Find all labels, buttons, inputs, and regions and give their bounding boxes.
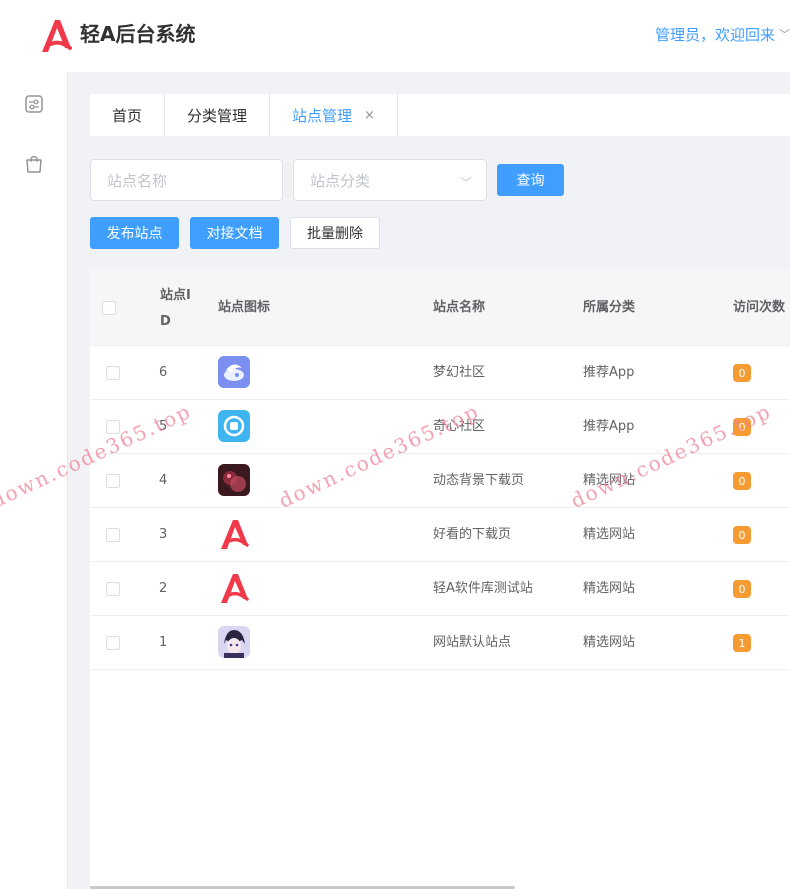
qixin-community-icon <box>218 410 250 442</box>
tab-bar: 首页 分类管理 站点管理 × <box>90 94 790 136</box>
tab-label: 站点管理 <box>292 106 353 125</box>
row-checkbox[interactable] <box>106 582 120 596</box>
batch-delete-button[interactable]: 批量删除 <box>290 217 380 249</box>
user-greeting: 管理员，欢迎回来 <box>654 26 775 44</box>
table-row: 1 网站默认站点 精选网站 1 <box>90 616 790 670</box>
site-id: 1 <box>159 635 168 650</box>
tab-category-management[interactable]: 分类管理 <box>165 94 271 136</box>
site-id: 5 <box>159 419 168 434</box>
batch-delete-label: 批量删除 <box>307 226 363 242</box>
site-id: 4 <box>159 473 168 488</box>
visit-count-badge: 0 <box>733 364 751 382</box>
site-name: 网站默认站点 <box>433 635 512 650</box>
query-button[interactable]: 查询 <box>497 164 564 196</box>
light-a-logo-icon <box>42 20 72 52</box>
row-checkbox[interactable] <box>106 528 120 542</box>
site-id: 6 <box>159 365 168 380</box>
site-name: 奇心社区 <box>433 419 486 434</box>
site-category: 推荐App <box>583 365 635 380</box>
site-name-input[interactable]: 站点名称 <box>90 159 283 201</box>
tab-label: 分类管理 <box>187 106 248 125</box>
dream-community-icon <box>218 356 250 388</box>
top-header: 轻A后台系统 管理员，欢迎回来 ﹀ <box>0 0 790 72</box>
header-category: 所属分类 <box>583 300 636 315</box>
publish-site-button[interactable]: 发布站点 <box>90 217 179 249</box>
tab-home[interactable]: 首页 <box>90 94 166 136</box>
light-a-logo-icon <box>221 520 249 549</box>
row-checkbox[interactable] <box>106 366 120 380</box>
user-menu[interactable]: 管理员，欢迎回来 ﹀ <box>655 24 790 46</box>
docs-label: 对接文档 <box>206 226 263 242</box>
site-name: 梦幻社区 <box>433 365 486 380</box>
site-category: 推荐App <box>583 419 635 434</box>
table-row: 2 轻A软件库测试站 精选网站 0 <box>90 562 790 616</box>
api-docs-button[interactable]: 对接文档 <box>190 217 279 249</box>
site-category: 精选网站 <box>583 473 636 488</box>
chevron-down-icon: ﹀ <box>459 176 472 190</box>
site-name: 好看的下载页 <box>433 527 512 542</box>
table-row: 3 好看的下载页 精选网站 0 <box>90 508 790 562</box>
category-placeholder: 站点分类 <box>310 171 371 190</box>
visit-count-badge: 1 <box>733 634 751 652</box>
site-category: 精选网站 <box>583 635 636 650</box>
header-site-name: 站点名称 <box>433 300 486 315</box>
close-icon[interactable]: × <box>364 108 375 123</box>
main-content: 首页 分类管理 站点管理 × 站点名称 站点分类 ﹀ 查询 发布站点 对接文档 … <box>68 72 790 889</box>
app-title: 轻A后台系统 <box>80 22 196 46</box>
tab-site-management[interactable]: 站点管理 × <box>270 94 398 136</box>
table-row: 6 梦幻社区 推荐App 0 <box>90 346 790 400</box>
table-header: 站点I D 站点图标 站点名称 所属分类 访问次数 <box>90 270 790 346</box>
site-category: 精选网站 <box>583 527 636 542</box>
site-category: 精选网站 <box>583 581 636 596</box>
category-select[interactable]: 站点分类 ﹀ <box>293 159 487 201</box>
row-checkbox[interactable] <box>106 636 120 650</box>
tab-label: 首页 <box>112 106 143 125</box>
settings-sliders-icon[interactable] <box>24 94 44 114</box>
row-checkbox[interactable] <box>106 474 120 488</box>
sites-table: 站点I D 站点图标 站点名称 所属分类 访问次数 6 梦幻社区 推荐App 0 <box>90 270 790 889</box>
query-label: 查询 <box>516 173 545 189</box>
visit-count-badge: 0 <box>733 580 751 598</box>
header-site-icon: 站点图标 <box>218 300 271 315</box>
row-checkbox[interactable] <box>106 420 120 434</box>
anime-avatar-icon <box>218 626 250 658</box>
shopping-bag-icon[interactable] <box>24 154 44 174</box>
visit-count-badge: 0 <box>733 418 751 436</box>
light-a-logo-icon <box>221 574 249 603</box>
chevron-down-icon: ﹀ <box>779 28 790 41</box>
site-name: 轻A软件库测试站 <box>433 581 533 596</box>
header-visits: 访问次数 <box>733 300 786 315</box>
site-id: 3 <box>159 527 168 542</box>
publish-label: 发布站点 <box>106 226 163 242</box>
visit-count-badge: 0 <box>733 472 751 490</box>
visit-count-badge: 0 <box>733 526 751 544</box>
site-name-placeholder: 站点名称 <box>107 171 168 190</box>
select-all-checkbox[interactable] <box>102 301 116 315</box>
table-row: 4 动态背景下载页 精选网站 0 <box>90 454 790 508</box>
site-name: 动态背景下载页 <box>433 473 525 488</box>
dynamic-bg-thumbnail-icon <box>218 464 250 496</box>
table-row: 5 奇心社区 推荐App 0 <box>90 400 790 454</box>
sidebar <box>0 72 68 889</box>
header-site-id: 站点I D <box>160 288 191 329</box>
site-id: 2 <box>159 581 168 596</box>
